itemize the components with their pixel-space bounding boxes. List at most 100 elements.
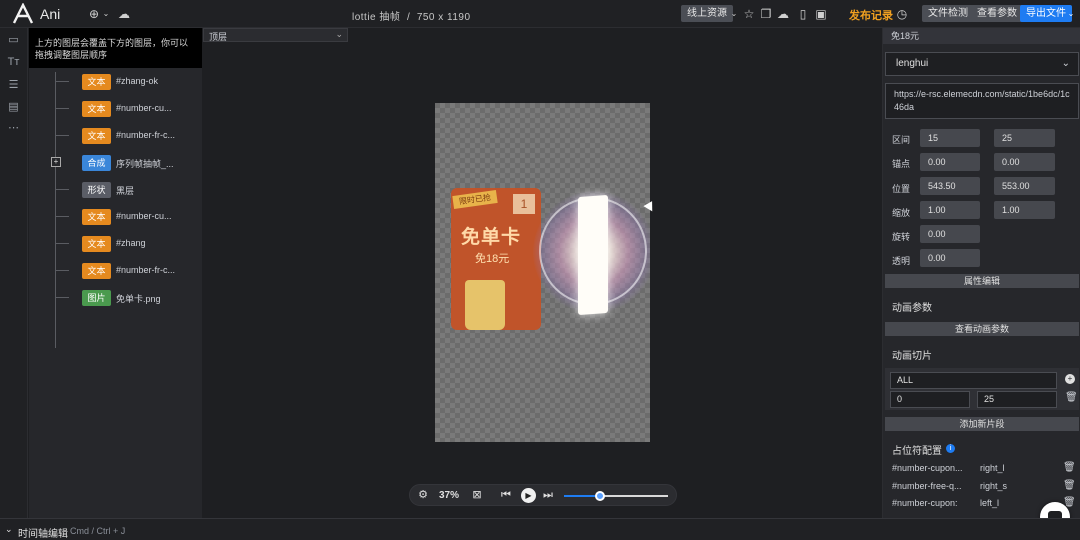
text-icon[interactable]: Tт [7, 56, 20, 69]
play-button[interactable]: ▶ [521, 488, 536, 503]
skip-back-icon[interactable]: ⏮ [500, 488, 512, 503]
export-chevron-icon[interactable]: ⌄ [1066, 6, 1076, 22]
zoom-level[interactable]: 37% [436, 488, 462, 503]
layer-row[interactable]: 文本 #number-fr-c... [29, 262, 202, 280]
anchor-x-input[interactable]: 0.00 [920, 153, 980, 171]
layer-row[interactable]: 文本 #number-cu... [29, 208, 202, 226]
layer-name: 免单卡.png [116, 294, 161, 304]
ani-logo-icon [12, 3, 34, 24]
file-icon[interactable]: ▯ [797, 6, 809, 22]
font-select-value: lenghui [896, 58, 929, 69]
publish-records-link[interactable]: 发布记录 [849, 7, 893, 23]
layer-row[interactable]: 文本 #zhang [29, 235, 202, 253]
layers-panel: 上方的图层会覆盖下方的图层，你可以拖拽调整图层顺序 文本 #zhang-ok 文… [29, 28, 202, 518]
playback-bar: ⚙ 37% ⊠ ⏮ ▶ ⏭ [409, 484, 677, 506]
cloud-sync-icon[interactable]: ☁ [117, 6, 131, 22]
rotation-input[interactable]: 0.00 [920, 225, 980, 243]
history-icon[interactable]: ◷ [896, 6, 908, 22]
layers-icon[interactable]: ▤ [7, 101, 20, 114]
layer-type-tag: 文本 [82, 209, 111, 225]
page-icon[interactable]: ▭ [7, 34, 20, 47]
prop-label: 旋转 [892, 232, 911, 242]
timeline-slider[interactable] [564, 491, 668, 501]
slice-name-input[interactable]: ALL [890, 372, 1057, 389]
position-x-input[interactable]: 543.50 [920, 177, 980, 195]
font-url-field[interactable]: https://e-rsc.elemecdn.com/static/1be6dc… [885, 83, 1079, 119]
layer-row[interactable]: 文本 #number-fr-c... [29, 127, 202, 145]
font-select[interactable]: lenghui ⌄ [885, 52, 1079, 76]
layer-name: #number-fr-c... [116, 130, 176, 140]
drink-cup-illustration [465, 280, 505, 330]
slice-start-input[interactable]: 0 [890, 391, 970, 408]
artboard[interactable]: 限时已抢 1 免单卡 免18元 [435, 103, 650, 442]
export-file-button[interactable]: 导出文件 [1020, 5, 1072, 22]
free-order-card-image[interactable]: 限时已抢 1 免单卡 免18元 [451, 188, 541, 330]
layer-type-tag: 文本 [82, 74, 111, 90]
layer-type-tag: 文本 [82, 263, 111, 279]
resource-select[interactable]: 线上资源 [681, 5, 733, 22]
layer-row[interactable]: 形状 黑层 [29, 181, 202, 199]
skip-forward-icon[interactable]: ⏭ [542, 488, 554, 503]
copy-icon[interactable]: ❐ [760, 6, 772, 22]
timeline-knob[interactable] [595, 491, 606, 501]
opacity-input[interactable]: 0.00 [920, 249, 980, 267]
position-y-input[interactable]: 553.00 [994, 177, 1055, 195]
add-icon[interactable]: ⊕ [88, 6, 100, 22]
cloud-icon[interactable]: ☁ [777, 6, 789, 22]
range-start-input[interactable]: 15 [920, 129, 980, 147]
placeholder-row: #number-free-q... right_s 🗑 [892, 479, 1077, 495]
tree-tick [55, 189, 69, 190]
add-slice-button[interactable]: 添加新片段 [885, 417, 1079, 431]
slice-end-input[interactable]: 25 [977, 391, 1057, 408]
placeholder-value[interactable]: right_l [980, 463, 1005, 473]
prop-label: 缩放 [892, 208, 911, 218]
layer-row[interactable]: 文本 #zhang-ok [29, 73, 202, 91]
layer-row[interactable]: + 合成 序列帧抽帧_... [29, 154, 202, 172]
fit-screen-icon[interactable]: ⊠ [470, 488, 484, 503]
resource-chevron-icon[interactable]: ⌄ [730, 6, 738, 22]
prop-label: 区间 [892, 135, 911, 145]
chevron-down-icon: ⌄ [335, 29, 343, 39]
scale-y-input[interactable]: 1.00 [994, 201, 1055, 219]
trash-icon[interactable]: 🗑 [1063, 480, 1076, 491]
anchor-y-input[interactable]: 0.00 [994, 153, 1055, 171]
slice-delete-icon[interactable]: 🗑 [1065, 392, 1078, 403]
placeholder-value[interactable]: left_l [980, 498, 999, 508]
view-params-button[interactable]: 查看参数 [971, 5, 1023, 22]
layer-type-tag: 文本 [82, 101, 111, 117]
timeline-edit-title: 时间轴编辑 [18, 529, 68, 540]
info-icon[interactable]: i [946, 444, 955, 453]
layer-row[interactable]: 图片 免单卡.png [29, 289, 202, 307]
trash-icon[interactable]: 🗑 [1063, 462, 1076, 473]
placeholder-config-title: 占位符配置 [892, 446, 942, 457]
terminal-icon[interactable]: ▣ [815, 6, 827, 22]
scale-x-input[interactable]: 1.00 [920, 201, 980, 219]
slice-add-icon[interactable]: + [1065, 374, 1075, 384]
layer-type-tag: 形状 [82, 182, 111, 198]
more-icon[interactable]: ⋯ [7, 122, 20, 135]
attr-edit-button[interactable]: 属性编辑 [885, 274, 1079, 288]
timeline-toggle-bar[interactable]: ⌄ 时间轴编辑 Cmd / Ctrl + J [0, 518, 1080, 540]
prop-label: 透明 [892, 256, 911, 266]
file-check-button[interactable]: 文件检测 [922, 5, 974, 22]
tree-tick [55, 108, 69, 109]
tree-tick [55, 216, 69, 217]
star-icon[interactable]: ☆ [742, 6, 756, 22]
layer-name: #number-fr-c... [116, 265, 176, 275]
expand-toggle-icon[interactable]: + [51, 157, 61, 167]
tree-tick [55, 297, 69, 298]
settings-gear-icon[interactable]: ⚙ [416, 488, 430, 503]
layer-scope-select[interactable]: 顶层 ⌄ [203, 28, 348, 42]
placeholder-value[interactable]: right_s [980, 481, 1007, 491]
card-flip-frame[interactable] [578, 194, 608, 316]
chevron-down-icon[interactable]: ⌄ [5, 524, 13, 535]
view-anim-params-button[interactable]: 查看动画参数 [885, 322, 1079, 336]
chevron-down-icon[interactable]: ⌄ [102, 6, 110, 22]
prop-label: 锚点 [892, 159, 911, 169]
layer-name: #number-cu... [116, 211, 172, 221]
placeholder-row: #number-cupon... right_l 🗑 [892, 461, 1077, 477]
anim-slice-title: 动画切片 [892, 351, 932, 362]
list-icon[interactable]: ☰ [7, 79, 20, 92]
layer-row[interactable]: 文本 #number-cu... [29, 100, 202, 118]
range-end-input[interactable]: 25 [994, 129, 1055, 147]
